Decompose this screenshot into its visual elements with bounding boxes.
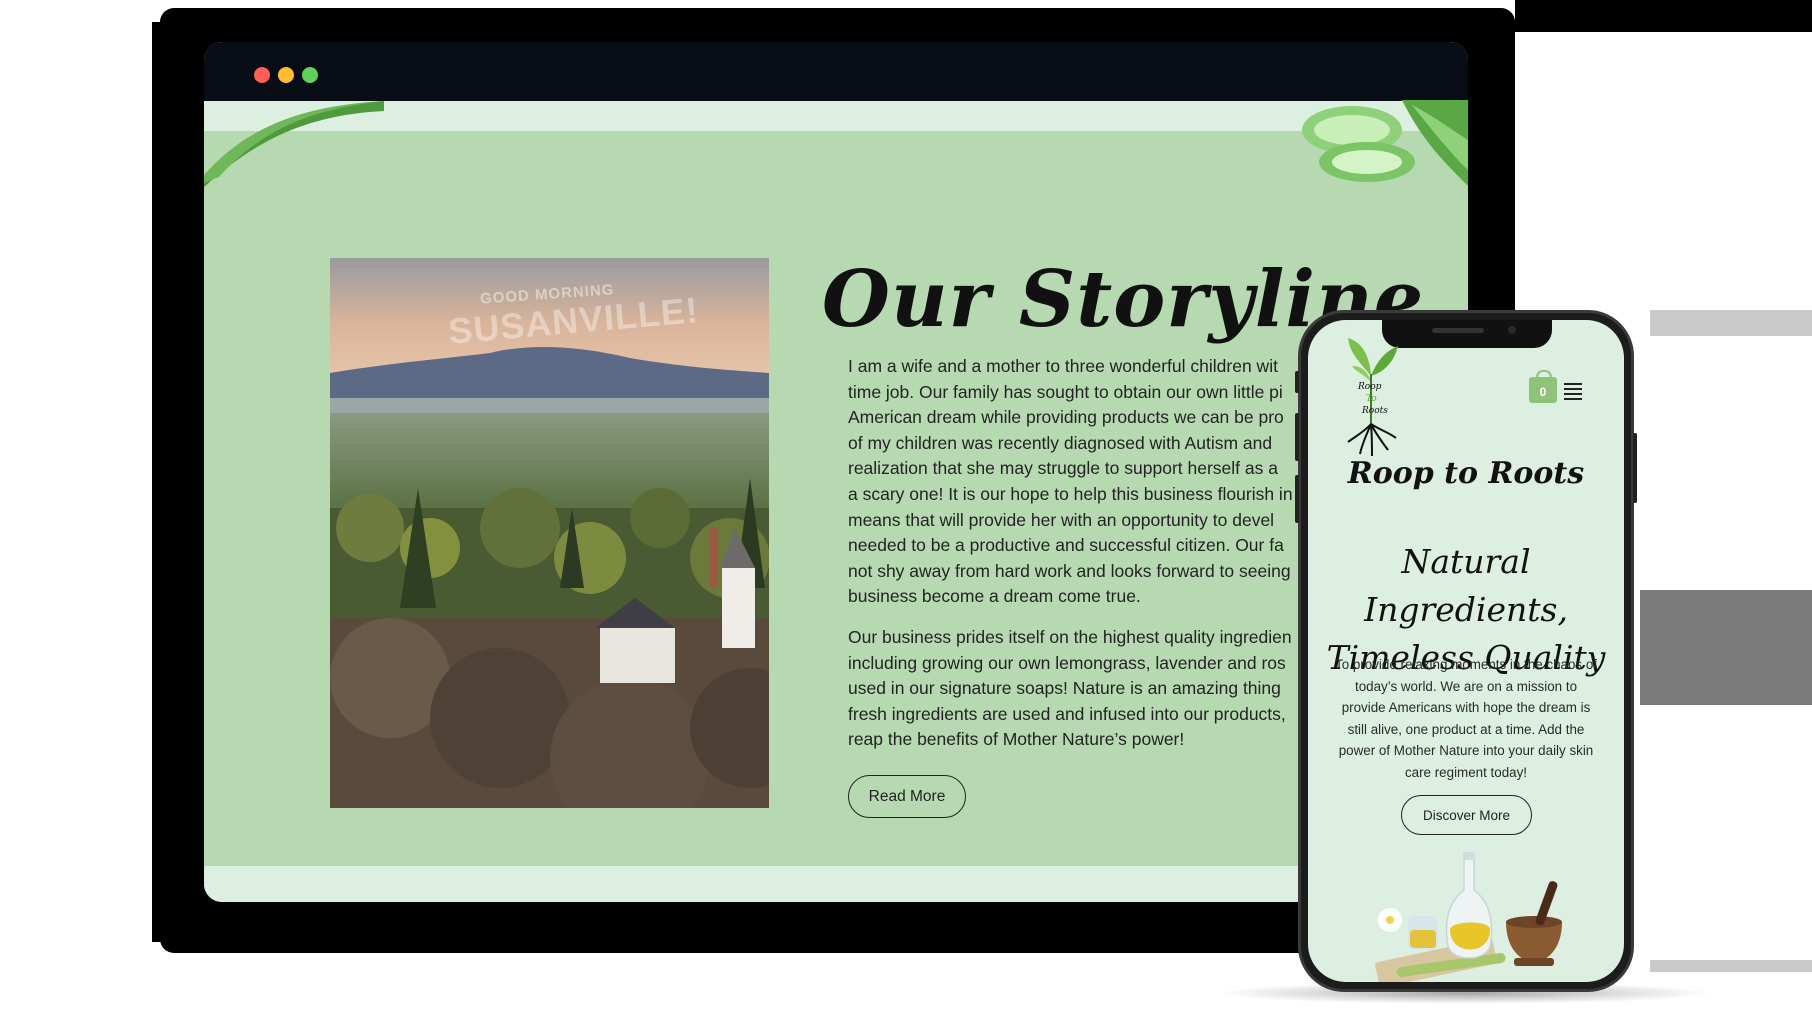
storyline-paragraph: I am a wife and a mother to three wonder… [848,354,1318,610]
storyline-text-line: I am a wife and a mother to three wonder… [848,356,1278,376]
storyline-text-line: needed to be a productive and successful… [848,535,1284,556]
background-shadow [1650,310,1812,336]
mission-statement: To provide relaxing moments in the chaos… [1335,657,1597,780]
background-shadow [1640,590,1812,705]
shopping-bag-icon[interactable]: 0 [1529,370,1557,403]
page-top-strip [204,101,1468,131]
storyline-text-line: of my children was recently diagnosed wi… [848,432,1273,453]
storyline-text-line: realization that she may struggle to sup… [848,458,1278,479]
storyline-text-line: including growing our own lemongrass, la… [848,652,1286,673]
phone-notch [1382,320,1552,348]
aloe-vera-decoration-icon [1302,100,1468,186]
maximize-window-button[interactable] [302,67,318,83]
desktop-browser-window: GOOD MORNING SUSANVILLE! Our Storyline I… [204,42,1468,902]
phone-side-button [1633,433,1637,503]
logo-text-line: To [1366,394,1377,404]
roop-to-roots-logo[interactable]: Roop To Roots [1342,332,1400,462]
tagline-line: Natural Ingredients, [1364,542,1568,629]
storyline-body: I am a wife and a mother to three wonder… [848,354,1318,753]
storyline-text-line: time job. Our family has sought to obtai… [848,381,1283,402]
phone-camera [1508,326,1516,334]
phone-side-button [1295,413,1299,461]
browser-titlebar [204,42,1468,101]
phone-side-button [1295,371,1299,393]
storyline-text-line: means that will provide her with an oppo… [848,509,1275,530]
cart-count: 0 [1539,384,1547,399]
storyline-text-line: fresh ingredients are used and infused i… [848,703,1286,724]
storyline-text-line: Our business prides itself on the highes… [848,626,1292,647]
logo-text-line: Roop [1358,382,1382,392]
background-shadow [1515,0,1812,32]
product-image-oils [1375,852,1562,982]
phone-speaker [1432,328,1484,333]
storyline-text-line: used in our signature soaps! Nature is a… [848,678,1281,699]
storyline-text-line: not shy away from hard work and looks fo… [848,560,1291,581]
landscape-photo: GOOD MORNING SUSANVILLE! [330,258,769,808]
read-more-button[interactable]: Read More [848,775,966,818]
brand-name: Roop to Roots [1347,456,1585,491]
storyline-text-line: reap the benefits of Mother Nature’s pow… [848,729,1185,750]
storyline-text-line: American dream while providing products … [848,407,1284,428]
phone-side-button [1295,475,1299,523]
hamburger-menu-icon[interactable] [1564,383,1582,400]
phone-screen: Roop To Roots 0 Roop to Roots Natural In… [1308,320,1624,982]
background-shadow [1650,960,1812,972]
close-window-button[interactable] [254,67,270,83]
minimize-window-button[interactable] [278,67,294,83]
leaf-decoration-icon [204,101,384,187]
page-bottom-strip [204,866,1468,902]
storyline-text-line: a scary one! It is our hope to help this… [848,483,1293,504]
discover-more-button[interactable]: Discover More [1401,795,1532,835]
storyline-paragraph: Our business prides itself on the highes… [848,625,1318,753]
storyline-text-line: business become a dream come true. [848,586,1141,607]
logo-text-line: Roots [1362,406,1388,416]
